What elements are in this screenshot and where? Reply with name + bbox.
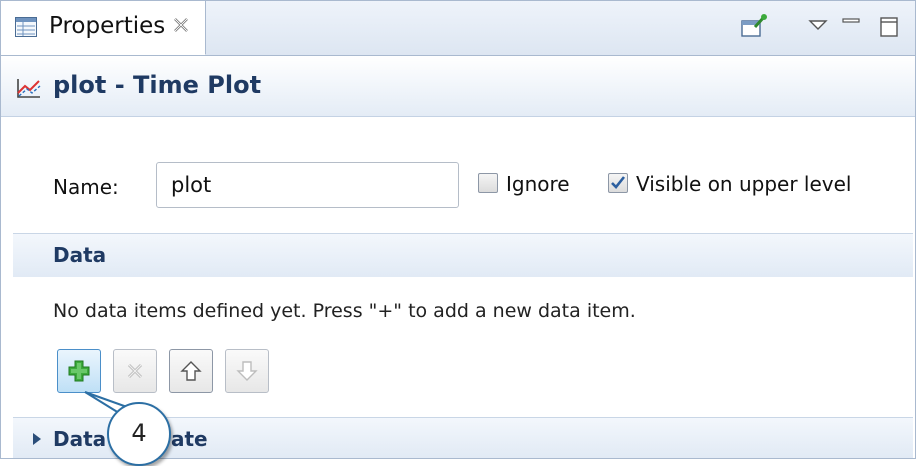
next-section-title-tail: ate — [171, 427, 208, 451]
add-data-item-button[interactable] — [57, 349, 101, 393]
chevron-right-icon — [33, 433, 41, 445]
next-section-title: Data — [53, 427, 107, 451]
add-icon — [68, 360, 90, 382]
visible-on-upper-level-label: Visible on upper level — [636, 172, 852, 196]
properties-view: Properties plot - Time Plot Name: plot I… — [0, 0, 916, 466]
step-callout: 4 — [107, 402, 171, 466]
tab-label: Properties — [49, 13, 166, 39]
close-icon[interactable] — [172, 16, 190, 34]
move-up-button[interactable] — [169, 349, 213, 393]
name-field[interactable] — [156, 162, 459, 208]
properties-header: plot - Time Plot — [1, 56, 915, 117]
visible-on-upper-level-checkbox[interactable] — [608, 173, 628, 193]
remove-data-item-button[interactable] — [113, 349, 157, 393]
page-title: plot - Time Plot — [53, 71, 262, 99]
data-section-title: Data — [53, 243, 107, 267]
step-number: 4 — [131, 419, 147, 447]
time-plot-icon — [17, 79, 41, 98]
minimize-icon[interactable] — [835, 9, 869, 43]
remove-icon — [127, 363, 143, 379]
tab-properties[interactable]: Properties — [1, 1, 206, 55]
checkmark-icon — [611, 176, 626, 189]
move-up-icon — [180, 361, 202, 381]
pin-icon[interactable] — [736, 9, 770, 43]
maximize-icon[interactable] — [873, 9, 907, 43]
name-label: Name: — [53, 175, 119, 199]
data-section-header[interactable]: Data — [13, 233, 913, 277]
ignore-label: Ignore — [506, 172, 570, 196]
ignore-checkbox[interactable] — [478, 173, 498, 193]
properties-icon — [15, 17, 37, 37]
view-menu-icon[interactable] — [801, 9, 835, 43]
empty-data-message: No data items defined yet. Press "+" to … — [53, 300, 636, 322]
tab-strip: Properties — [1, 1, 915, 56]
move-down-icon — [236, 361, 258, 381]
move-down-button[interactable] — [225, 349, 269, 393]
